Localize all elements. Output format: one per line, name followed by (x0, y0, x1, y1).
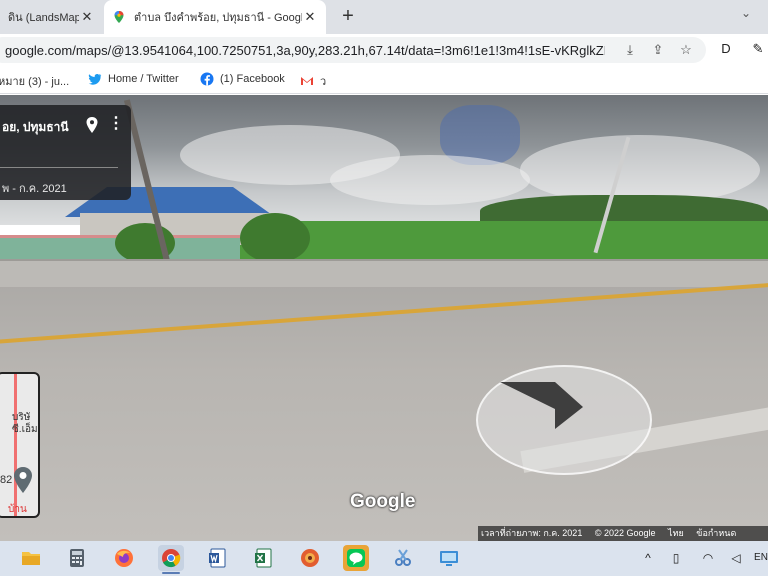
media-icon[interactable] (297, 545, 323, 571)
file-explorer-icon[interactable] (18, 545, 44, 571)
tab-google-maps[interactable]: ตำบล บึงคำพร้อย, ปทุมธานี - Google ✕ (104, 0, 326, 34)
map-pin-icon (14, 467, 32, 493)
attribution-copyright: © 2022 Google (594, 528, 656, 538)
bookmark-label: หมาย (3) - ju... (0, 76, 70, 88)
chevron-down-icon[interactable]: ⌄ (736, 6, 756, 26)
divider (0, 167, 118, 168)
active-indicator (162, 572, 180, 574)
excel-icon[interactable] (250, 545, 276, 571)
share-icon[interactable]: ⇪ (650, 42, 666, 58)
location-pin-icon[interactable] (85, 116, 99, 134)
tab-title: ตำบล บึงคำพร้อย, ปทุมธานี - Google (134, 12, 302, 24)
map-road (14, 374, 17, 516)
street-view-panorama[interactable]: อย, ปทุมธานี ⋮ พ - ก.ค. 2021 บริษั ซี.เอ… (0, 95, 768, 541)
location-info-card: อย, ปทุมธานี ⋮ พ - ก.ค. 2021 (0, 105, 131, 200)
bookmark-label: (1) Facebook (220, 73, 285, 85)
install-icon[interactable]: ⤓ (622, 42, 638, 58)
tab-landsmaps[interactable]: ดิน (LandsMaps ✕ (0, 0, 103, 34)
wifi-icon[interactable]: ◠ (700, 550, 716, 566)
bookmark-item-gmail[interactable]: ว (300, 72, 326, 90)
extension-d-icon[interactable]: D (716, 39, 736, 59)
place-title: อย, ปทุมธานี (2, 120, 69, 134)
line-icon[interactable] (343, 545, 369, 571)
screen-icon[interactable] (436, 545, 462, 571)
gmail-icon (301, 77, 313, 85)
capture-date: พ - ก.ค. 2021 (2, 183, 67, 195)
bookmark-item[interactable]: หมาย (3) - ju... (0, 72, 69, 90)
map-label: บ้าน (8, 504, 27, 515)
more-vert-icon[interactable]: ⋮ (108, 116, 124, 134)
snipping-icon[interactable] (390, 545, 416, 571)
bush (240, 213, 310, 263)
star-icon[interactable]: ☆ (678, 42, 694, 58)
google-maps-icon (114, 11, 124, 23)
map-label: 82 (0, 474, 13, 486)
new-tab-button[interactable]: + (336, 5, 360, 29)
attribution-terms[interactable]: ข้อกำหนด (696, 528, 736, 538)
usb-icon[interactable]: ▯ (668, 550, 684, 566)
calculator-icon[interactable] (64, 545, 90, 571)
cloud (330, 155, 530, 205)
close-tab-icon[interactable]: ✕ (302, 9, 318, 25)
map-label: บริษั ซี.เอ็ม (12, 412, 38, 435)
close-tab-icon[interactable]: ✕ (79, 9, 95, 25)
twitter-icon (88, 73, 102, 85)
bookmark-item-twitter[interactable]: Home / Twitter (88, 72, 179, 86)
attribution-bar: เวลาที่ถ่ายภาพ: ก.ค. 2021 © 2022 Google … (478, 526, 768, 541)
rice-field (240, 221, 768, 261)
chrome-icon[interactable] (158, 545, 184, 571)
address-bar[interactable]: google.com/maps/@13.9541064,100.7250751,… (0, 37, 706, 63)
facebook-icon (200, 72, 214, 86)
url-text[interactable]: google.com/maps/@13.9541064,100.7250751,… (5, 43, 605, 58)
bookmark-label: Home / Twitter (108, 73, 179, 85)
chevron-up-icon[interactable]: ^ (640, 550, 656, 566)
attribution-date: เวลาที่ถ่ายภาพ: ก.ค. 2021 (481, 528, 583, 538)
volume-icon[interactable]: ◁ (728, 550, 744, 566)
attribution-language[interactable]: ไทย (668, 528, 684, 538)
tab-strip: ดิน (LandsMaps ✕ ตำบล บึงคำพร้อย, ปทุมธา… (0, 0, 768, 34)
bookmarks-bar: หมาย (3) - ju... Home / Twitter (1) Face… (0, 66, 768, 94)
taskbar: ^ ▯ ◠ ◁ EN (0, 541, 768, 576)
language-indicator[interactable]: EN (752, 550, 768, 566)
road-shoulder (0, 259, 768, 287)
browser-toolbar: google.com/maps/@13.9541064,100.7250751,… (0, 34, 768, 66)
bookmark-label: ว (320, 76, 327, 88)
bookmark-item-facebook[interactable]: (1) Facebook (200, 72, 285, 86)
word-icon[interactable] (204, 545, 230, 571)
mini-map[interactable]: บริษั ซี.เอ็ม 82 บ้าน (0, 372, 40, 518)
firefox-icon[interactable] (111, 545, 137, 571)
extension-icon[interactable]: ✎ (748, 39, 768, 59)
google-logo: Google (350, 491, 416, 512)
tab-title: ดิน (LandsMaps (8, 12, 79, 24)
forward-arrow-icon[interactable] (495, 377, 595, 447)
